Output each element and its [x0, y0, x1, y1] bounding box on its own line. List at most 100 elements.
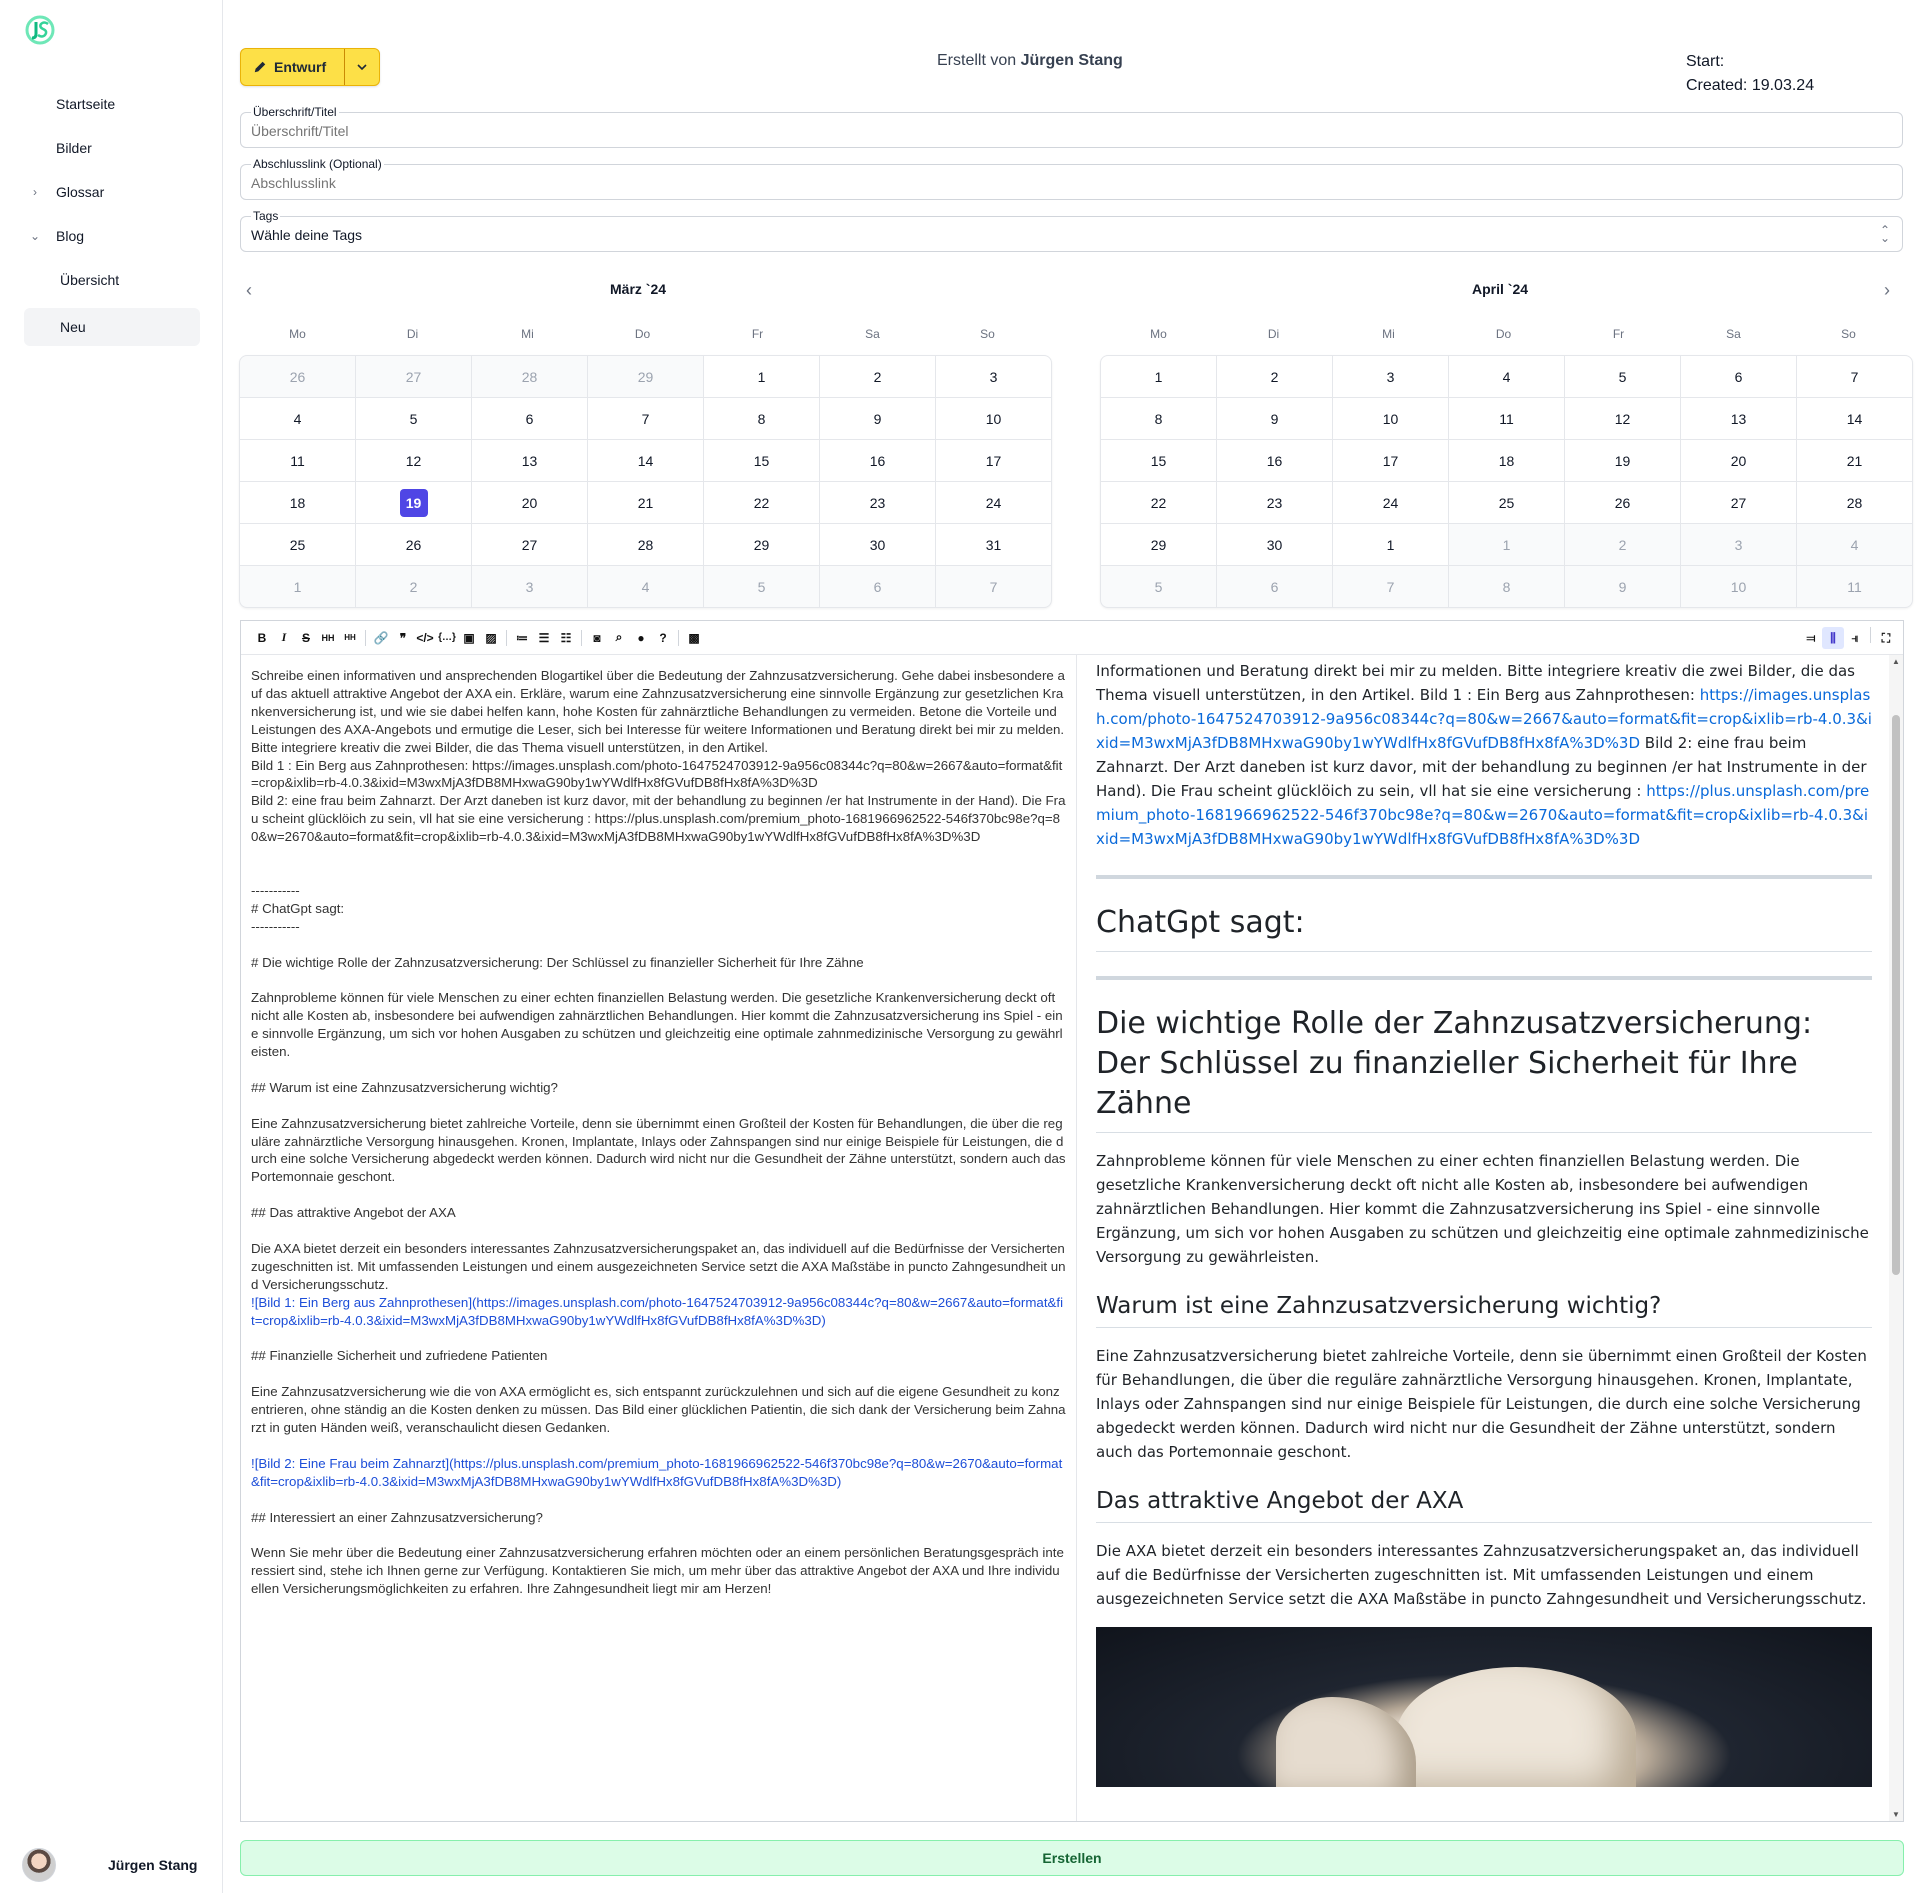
edit-mode-icon[interactable]: ⫤ [1800, 627, 1822, 649]
calendar-day[interactable]: 30 [820, 524, 935, 565]
app-logo-icon[interactable] [24, 14, 56, 46]
calendar-day[interactable]: 16 [1217, 440, 1332, 481]
calendar-day[interactable]: 20 [1681, 440, 1796, 481]
calendar-day[interactable]: 7 [588, 398, 703, 439]
scrollbar-thumb[interactable] [1892, 715, 1900, 1275]
calendar-day[interactable]: 1 [1449, 524, 1564, 565]
calendar-day[interactable]: 26 [240, 356, 355, 397]
calendar-day[interactable]: 3 [1333, 356, 1448, 397]
calendar-day[interactable]: 6 [1681, 356, 1796, 397]
bold-icon[interactable]: B [251, 627, 273, 649]
unordered-list-icon[interactable]: ≔ [511, 627, 533, 649]
markdown-source-textarea[interactable]: Schreibe einen informativen und ansprech… [241, 655, 1077, 1821]
calendar-day[interactable]: 7 [1797, 356, 1912, 397]
calendar-day[interactable]: 3 [1681, 524, 1796, 565]
calendar-day[interactable]: 20 [472, 482, 587, 523]
calendar-day[interactable]: 21 [1797, 440, 1912, 481]
calendar-day[interactable]: 29 [1101, 524, 1216, 565]
sidebar-item-blog[interactable]: ⌄ Blog [24, 217, 200, 255]
user-profile[interactable]: Jürgen Stang [22, 1848, 202, 1882]
calendar-day[interactable]: 2 [1217, 356, 1332, 397]
closing-link-input[interactable] [251, 175, 1851, 191]
create-button[interactable]: Erstellen [240, 1840, 1904, 1876]
calendar-day[interactable]: 9 [1565, 566, 1680, 607]
heading-small-icon[interactable]: HH [339, 627, 361, 649]
image-icon[interactable]: ▨ [480, 627, 502, 649]
sidebar-item-neu[interactable]: Neu [24, 308, 200, 346]
calendar-day[interactable]: 27 [472, 524, 587, 565]
calendar-day[interactable]: 23 [820, 482, 935, 523]
calendar-day[interactable]: 13 [1681, 398, 1796, 439]
calendar-day[interactable]: 22 [1101, 482, 1216, 523]
title-field[interactable]: Überschrift/Titel [240, 105, 1903, 148]
calendar-day[interactable]: 28 [1797, 482, 1912, 523]
calendar-day[interactable]: 11 [1797, 566, 1912, 607]
calendar-prev-button[interactable]: ‹ [246, 280, 252, 301]
calendar-day[interactable]: 4 [1797, 524, 1912, 565]
calendar-day[interactable]: 10 [1681, 566, 1796, 607]
calendar-day[interactable]: 1 [240, 566, 355, 607]
preview-mode-icon[interactable]: ⫣ [1844, 627, 1866, 649]
calendar-day[interactable]: 15 [704, 440, 819, 481]
calendar-day[interactable]: 10 [1333, 398, 1448, 439]
comment-icon[interactable]: ▣ [458, 627, 480, 649]
italic-icon[interactable]: I [273, 627, 295, 649]
calendar-day[interactable]: 22 [704, 482, 819, 523]
picture-icon[interactable]: ▩ [683, 627, 705, 649]
calendar-day[interactable]: 24 [1333, 482, 1448, 523]
calendar-day[interactable]: 8 [704, 398, 819, 439]
calendar-day[interactable]: 31 [936, 524, 1051, 565]
calendar-day[interactable]: 11 [1449, 398, 1564, 439]
calendar-day[interactable]: 29 [588, 356, 703, 397]
calendar-day[interactable]: 11 [240, 440, 355, 481]
calendar-day[interactable]: 5 [1101, 566, 1216, 607]
calendar-day[interactable]: 29 [704, 524, 819, 565]
calendar-day[interactable]: 6 [820, 566, 935, 607]
calendar-day[interactable]: 30 [1217, 524, 1332, 565]
calendar-day[interactable]: 5 [704, 566, 819, 607]
calendar-day[interactable]: 24 [936, 482, 1051, 523]
calendar-day[interactable]: 5 [1565, 356, 1680, 397]
link-icon[interactable]: 🔗 [370, 627, 392, 649]
calendar-day[interactable]: 23 [1217, 482, 1332, 523]
calendar-day[interactable]: 12 [1565, 398, 1680, 439]
preview-scrollbar[interactable]: ▲ ▼ [1889, 655, 1903, 1821]
heading-icon[interactable]: HH [317, 627, 339, 649]
calendar-day[interactable]: 7 [1333, 566, 1448, 607]
calendar-day[interactable]: 25 [240, 524, 355, 565]
calendar-day[interactable]: 2 [820, 356, 935, 397]
status-button[interactable]: Entwurf [241, 49, 345, 85]
calendar-day[interactable]: 7 [936, 566, 1051, 607]
calendar-day[interactable]: 18 [240, 482, 355, 523]
calendar-day[interactable]: 3 [472, 566, 587, 607]
calendar-day[interactable]: 1 [1333, 524, 1448, 565]
code-icon[interactable]: </> [414, 627, 436, 649]
code-block-icon[interactable]: {…} [436, 627, 458, 649]
calendar-day[interactable]: 18 [1449, 440, 1564, 481]
calendar-day[interactable]: 14 [1797, 398, 1912, 439]
calendar-day[interactable]: 26 [356, 524, 471, 565]
calendar-day[interactable]: 1 [1101, 356, 1216, 397]
calendar-day[interactable]: 25 [1449, 482, 1564, 523]
status-dropdown[interactable]: Entwurf [240, 48, 380, 86]
calendar-day[interactable]: 13 [472, 440, 587, 481]
calendar-day[interactable]: 6 [1217, 566, 1332, 607]
calendar-day[interactable]: 14 [588, 440, 703, 481]
calendar-next-button[interactable]: › [1884, 280, 1890, 301]
calendar-day[interactable]: 4 [588, 566, 703, 607]
quote-icon[interactable]: ❞ [392, 627, 414, 649]
scroll-down-icon[interactable]: ▼ [1892, 1810, 1900, 1819]
strikethrough-icon[interactable]: S [295, 627, 317, 649]
calendar-day[interactable]: 15 [1101, 440, 1216, 481]
calendar-day[interactable]: 4 [240, 398, 355, 439]
calendar-day[interactable]: 4 [1449, 356, 1564, 397]
lightbulb-icon[interactable]: ● [630, 627, 652, 649]
calendar-day[interactable]: 17 [936, 440, 1051, 481]
sidebar-item-bilder[interactable]: Bilder [24, 129, 200, 167]
calendar-day[interactable]: 27 [1681, 482, 1796, 523]
tags-select[interactable]: Tags Wähle deine Tags ⌃ ⌄ [240, 209, 1903, 252]
calendar-day[interactable]: 9 [820, 398, 935, 439]
task-list-icon[interactable]: ☷ [555, 627, 577, 649]
calendar-day[interactable]: 16 [820, 440, 935, 481]
source-text[interactable]: Schreibe einen informativen und ansprech… [241, 655, 1076, 1598]
